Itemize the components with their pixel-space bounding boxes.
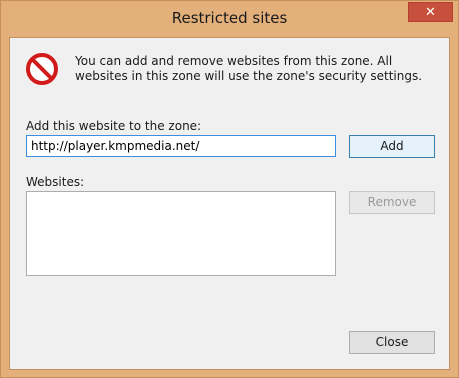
close-button[interactable]: Close [349, 331, 435, 354]
window-close-button[interactable]: ✕ [408, 2, 453, 22]
restricted-icon [26, 53, 58, 85]
remove-button[interactable]: Remove [349, 191, 435, 214]
dialog-body: You can add and remove websites from thi… [9, 37, 450, 370]
info-message: You can add and remove websites from thi… [75, 54, 423, 83]
dialog-window: Restricted sites ✕ You can add and remov… [0, 0, 459, 378]
websites-list[interactable] [26, 191, 336, 276]
websites-label: Websites: [26, 175, 85, 189]
website-url-input[interactable] [26, 135, 336, 157]
add-website-label: Add this website to the zone: [26, 119, 202, 133]
add-button[interactable]: Add [349, 135, 435, 158]
title-bar[interactable]: Restricted sites ✕ [1, 1, 458, 37]
window-title: Restricted sites [171, 9, 288, 27]
